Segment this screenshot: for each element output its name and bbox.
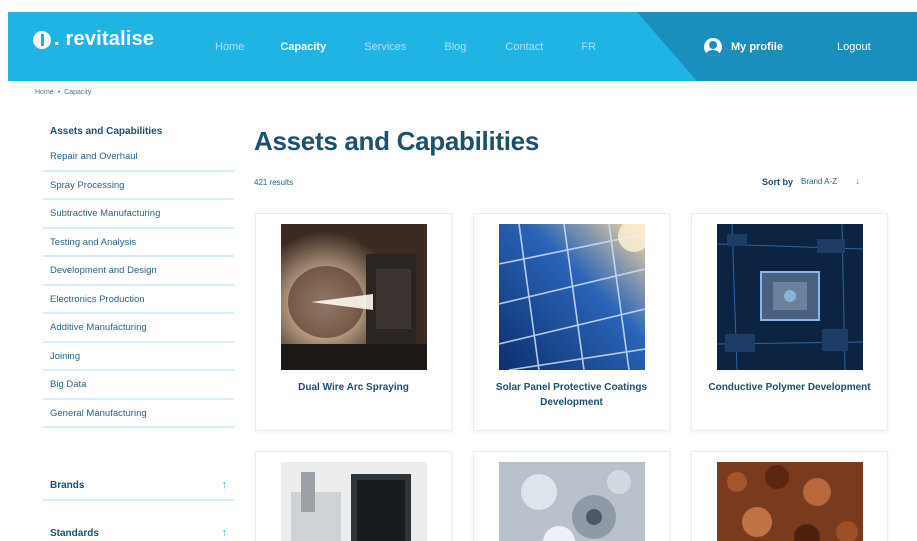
sidebar-item-big-data[interactable]: Big Data bbox=[43, 371, 234, 400]
sort-label: Sort by bbox=[762, 176, 794, 187]
sidebar-item-testing-analysis[interactable]: Testing and Analysis bbox=[43, 229, 234, 257]
filter-group-label: Standards bbox=[50, 527, 99, 539]
nav-capacity[interactable]: Capacity bbox=[280, 41, 326, 53]
sidebar-title[interactable]: Assets and Capabilities bbox=[43, 118, 234, 143]
capability-card[interactable] bbox=[691, 451, 888, 541]
sidebar-item-spray-processing[interactable]: Spray Processing bbox=[43, 172, 234, 200]
filter-group-brands[interactable]: Brands ↑ bbox=[43, 471, 234, 501]
breadcrumb-separator: • bbox=[57, 89, 61, 96]
breadcrumb: Home • Capacity bbox=[35, 89, 91, 96]
logo-text: . revitalise bbox=[54, 28, 155, 50]
capability-card[interactable] bbox=[473, 451, 670, 541]
arrow-up-icon: ↑ bbox=[221, 527, 228, 539]
solar-panel-photo bbox=[499, 224, 645, 370]
sidebar-item-additive-manufacturing[interactable]: Additive Manufacturing bbox=[43, 314, 234, 343]
spraying-photo bbox=[281, 224, 427, 370]
breadcrumb-home[interactable]: Home bbox=[35, 89, 54, 96]
results-count: 421 results bbox=[254, 178, 294, 187]
metal-parts-photo bbox=[499, 462, 645, 541]
lab-equipment-photo bbox=[281, 462, 427, 541]
main-nav: Home Capacity Services Blog Contact FR bbox=[215, 12, 636, 81]
logo-icon bbox=[33, 30, 51, 49]
sort-control[interactable]: Sort by Brand A-Z ↓ bbox=[762, 176, 860, 187]
card-title[interactable]: Conductive Polymer Development bbox=[698, 380, 881, 395]
nav-fr[interactable]: FR bbox=[581, 41, 596, 53]
my-profile-label: My profile bbox=[731, 40, 783, 53]
capability-card[interactable]: Solar Panel Protective Coatings Developm… bbox=[473, 213, 670, 431]
capability-card[interactable]: Dual Wire Arc Spraying bbox=[255, 213, 452, 431]
logo[interactable]: . revitalise bbox=[33, 28, 154, 51]
page-title: Assets and Capabilities bbox=[254, 126, 539, 156]
capability-card[interactable] bbox=[255, 451, 452, 541]
card-title[interactable]: Dual Wire Arc Spraying bbox=[262, 380, 445, 395]
top-nav-bar: . revitalise Home Capacity Services Blog… bbox=[8, 12, 917, 81]
capability-card[interactable]: Conductive Polymer Development bbox=[691, 213, 888, 431]
nav-contact[interactable]: Contact bbox=[505, 41, 543, 53]
filter-group-label: Brands bbox=[50, 479, 85, 491]
circuit-board-photo bbox=[717, 224, 863, 370]
sidebar-item-joining[interactable]: Joining bbox=[43, 343, 234, 371]
category-sidebar: Assets and Capabilities Repair and Overh… bbox=[43, 118, 234, 428]
filter-group-standards[interactable]: Standards ↑ bbox=[43, 519, 234, 541]
breadcrumb-current: Capacity bbox=[64, 89, 92, 96]
sidebar-item-general-manufacturing[interactable]: General Manufacturing bbox=[43, 400, 234, 428]
soil-texture-photo bbox=[717, 462, 863, 541]
nav-blog[interactable]: Blog bbox=[444, 41, 466, 53]
sidebar-item-electronics-production[interactable]: Electronics Production bbox=[43, 286, 234, 314]
sidebar-item-subtractive-manufacturing[interactable]: Subtractive Manufacturing bbox=[43, 200, 234, 229]
arrow-up-icon: ↑ bbox=[221, 479, 228, 491]
my-profile-link[interactable]: My profile bbox=[704, 12, 783, 81]
user-avatar-icon bbox=[704, 37, 722, 56]
nav-home[interactable]: Home bbox=[215, 41, 244, 53]
sidebar-item-development-design[interactable]: Development and Design bbox=[43, 257, 234, 286]
nav-services[interactable]: Services bbox=[364, 41, 406, 53]
sort-select[interactable]: Brand A-Z bbox=[801, 177, 837, 186]
logout-link[interactable]: Logout bbox=[837, 12, 871, 81]
sort-direction-icon[interactable]: ↓ bbox=[855, 176, 860, 187]
card-title[interactable]: Solar Panel Protective Coatings Developm… bbox=[480, 380, 663, 410]
sidebar-item-repair-overhaul[interactable]: Repair and Overhaul bbox=[43, 143, 234, 172]
